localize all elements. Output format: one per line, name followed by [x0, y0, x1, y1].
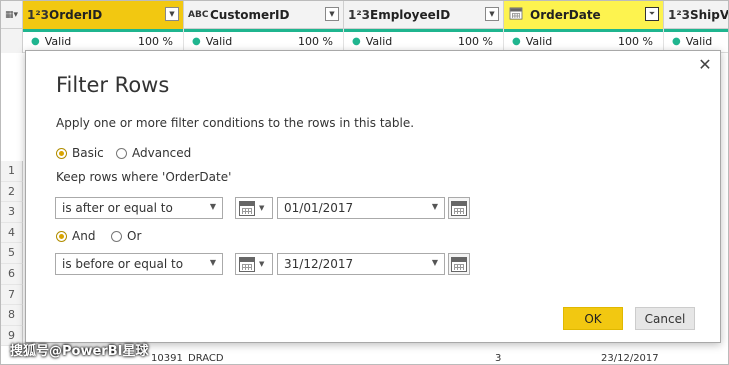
- row-number: 2: [1, 181, 23, 203]
- radio-label: Basic: [72, 146, 104, 160]
- advanced-radio[interactable]: Advanced: [116, 146, 191, 160]
- column-dropdown-button[interactable]: ▼: [325, 7, 339, 21]
- date-picker-button-1[interactable]: [448, 197, 470, 219]
- row-number-column: 1 2 3 4 5 6 7 8 9: [1, 161, 23, 347]
- operator-value: is before or equal to: [62, 257, 184, 271]
- row-number: 6: [1, 263, 23, 285]
- chevron-down-icon: ▼: [259, 204, 265, 212]
- calendar-icon: [451, 256, 467, 272]
- chevron-down-icon: ▼: [209, 202, 216, 211]
- quality-percent: 100 %: [618, 34, 653, 48]
- date-value: 31/12/2017: [284, 257, 354, 271]
- cell-orderdate: 23/12/2017: [601, 353, 659, 364]
- filter-rows-dialog: ✕ Filter Rows Apply one or more filter c…: [25, 50, 721, 343]
- text-type-icon: ABC: [188, 10, 209, 20]
- column-dropdown-button[interactable]: ▼: [485, 7, 499, 21]
- watermark: 搜狐号@PowerBI星球: [10, 344, 149, 359]
- row-number: 7: [1, 284, 23, 306]
- radio-label: Or: [127, 229, 142, 243]
- column-name: EmployeeID: [370, 8, 451, 22]
- column-name: OrderID: [49, 8, 103, 22]
- column-name: ShipVia: [690, 8, 729, 22]
- calendar-icon: [239, 256, 255, 272]
- quality-label: Valid: [365, 34, 393, 48]
- column-header-shipvia[interactable]: 1²3 ShipVia: [664, 1, 729, 29]
- date-value: 01/01/2017: [284, 201, 354, 215]
- radio-label: Advanced: [132, 146, 192, 160]
- radio-empty-icon: [111, 230, 122, 242]
- calendar-type-icon: [508, 6, 528, 24]
- chevron-down-icon: ▼: [259, 260, 265, 268]
- operator-select-2[interactable]: is before or equal to ▼: [55, 253, 223, 275]
- quality-label: Valid: [525, 34, 553, 48]
- radio-label: And: [72, 229, 96, 243]
- chevron-down-icon: ▼: [209, 258, 216, 267]
- column-header-employeeid[interactable]: 1²3 EmployeeID ▼: [344, 1, 504, 29]
- quality-label: Valid: [44, 34, 72, 48]
- row-number: 5: [1, 243, 23, 264]
- radio-selected-icon: [56, 230, 67, 242]
- dialog-title: Filter Rows: [56, 73, 170, 97]
- number-type-icon: 1²3: [668, 8, 690, 22]
- calendar-icon: [239, 200, 255, 216]
- row-number: 3: [1, 202, 23, 223]
- filter-active-icon[interactable]: ⏷: [645, 7, 659, 21]
- date-input-1[interactable]: 01/01/2017 ▼: [277, 197, 445, 219]
- row-number: 4: [1, 222, 23, 244]
- quality-percent: 100 %: [138, 34, 173, 48]
- column-header-orderdate[interactable]: OrderDate ⏷: [504, 1, 664, 29]
- close-icon[interactable]: ✕: [696, 56, 714, 74]
- keep-rows-label: Keep rows where 'OrderDate': [56, 170, 232, 184]
- row-number: 1: [1, 161, 23, 182]
- table-menu-icon[interactable]: ▦▾: [1, 1, 23, 29]
- value-type-button-2[interactable]: ▼: [235, 253, 273, 275]
- cell-customerid: DRACD: [188, 353, 224, 364]
- column-dropdown-button[interactable]: ▼: [165, 7, 179, 21]
- number-type-icon: 1²3: [348, 8, 370, 22]
- value-type-button-1[interactable]: ▼: [235, 197, 273, 219]
- date-picker-button-2[interactable]: [448, 253, 470, 275]
- quality-percent: 100 %: [458, 34, 493, 48]
- column-header-customerid[interactable]: ABC CustomerID ▼: [184, 1, 344, 29]
- chevron-down-icon: ▼: [431, 202, 438, 211]
- column-header-row: ▦▾ 1²3 OrderID ▼ ABC CustomerID ▼ 1²3 Em…: [1, 1, 729, 29]
- operator-value: is after or equal to: [62, 201, 173, 215]
- basic-radio[interactable]: Basic: [56, 146, 104, 160]
- quality-label: Valid: [205, 34, 233, 48]
- row-number: 8: [1, 305, 23, 326]
- cancel-button[interactable]: Cancel: [635, 307, 695, 330]
- operator-select-1[interactable]: is after or equal to ▼: [55, 197, 223, 219]
- column-header-orderid[interactable]: 1²3 OrderID ▼: [23, 1, 184, 29]
- column-name: OrderDate: [530, 8, 601, 22]
- radio-empty-icon: [116, 147, 127, 159]
- cell-orderid: 10391: [151, 353, 183, 364]
- ok-button[interactable]: OK: [563, 307, 623, 330]
- and-radio[interactable]: And: [56, 229, 95, 243]
- dialog-description: Apply one or more filter conditions to t…: [56, 116, 415, 130]
- number-type-icon: 1²3: [27, 8, 49, 22]
- radio-selected-icon: [56, 147, 67, 159]
- quality-percent: 100 %: [298, 34, 333, 48]
- cell-employeeid: 3: [495, 353, 502, 364]
- chevron-down-icon: ▼: [431, 258, 438, 267]
- quality-corner: [1, 29, 23, 53]
- column-name: CustomerID: [210, 8, 290, 22]
- calendar-icon: [451, 200, 467, 216]
- quality-label: Valid: [685, 34, 713, 48]
- date-input-2[interactable]: 31/12/2017 ▼: [277, 253, 445, 275]
- or-radio[interactable]: Or: [111, 229, 141, 243]
